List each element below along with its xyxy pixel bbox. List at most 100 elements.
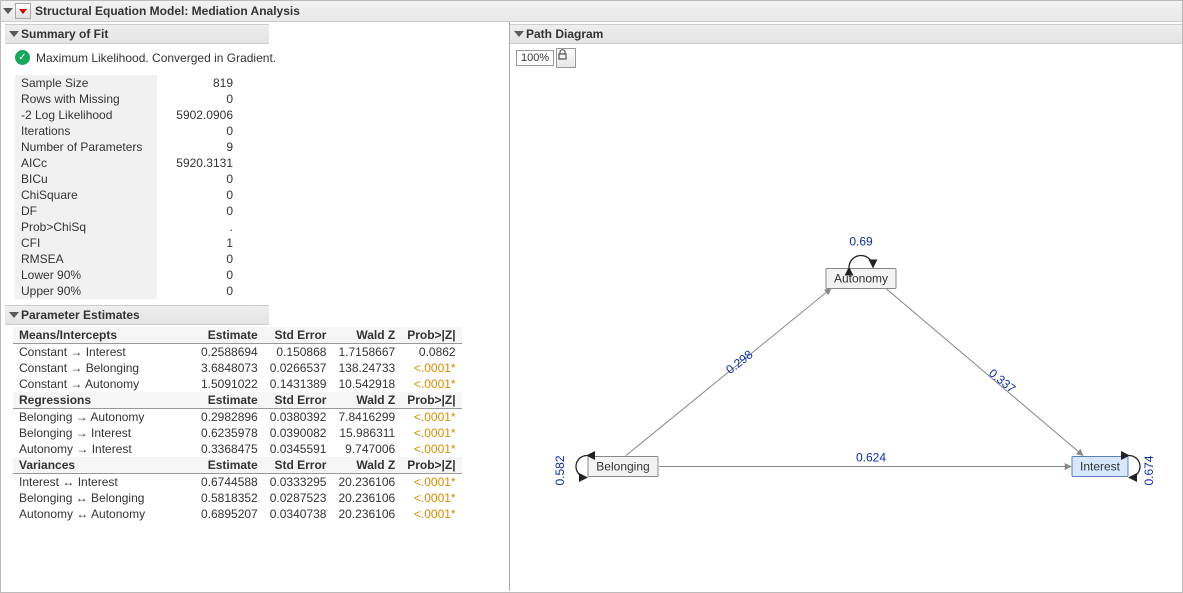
param-row: Constant → Autonomy1.50910220.143138910.… [13,376,462,392]
fit-label: Prob>ChiSq [15,219,157,235]
param-p: 0.0862 [401,344,461,361]
fit-value: . [157,219,239,235]
param-p: <.0001* [401,376,461,392]
report-title-bar[interactable]: Structural Equation Model: Mediation Ana… [1,1,1182,22]
param-p: <.0001* [401,425,461,441]
fit-row: Prob>ChiSq. [15,219,239,235]
param-row: Autonomy → Interest0.33684750.03455919.7… [13,441,462,457]
fit-value: 0 [157,267,239,283]
fit-row: BICu0 [15,171,239,187]
zoom-input[interactable]: 100% [516,50,554,66]
fit-label: RMSEA [15,251,157,267]
param-se: 0.0380392 [264,409,333,426]
fit-row: Number of Parameters9 [15,139,239,155]
param-se: 0.0333295 [264,474,333,491]
fit-label: BICu [15,171,157,187]
param-row: Constant → Interest0.25886940.1508681.71… [13,344,462,361]
fit-row: Rows with Missing0 [15,91,239,107]
fit-value: 0 [157,171,239,187]
variance-coef: 0.674 [1142,455,1156,485]
variance-loop-interest[interactable] [1129,456,1140,478]
param-se: 0.0287523 [264,490,333,506]
parameter-estimates-table: Means/InterceptsEstimateStd ErrorWald ZP… [13,327,462,522]
disclosure-icon [9,312,19,318]
path-diagram-canvas[interactable]: 0.298 0.337 0.624 Autonomy 0.69 Belongin… [516,72,1176,585]
fit-row: ChiSquare0 [15,187,239,203]
param-est: 0.2588694 [195,344,264,361]
fit-value: 5902.0906 [157,107,239,123]
report-title: Structural Equation Model: Mediation Ana… [35,4,300,18]
param-z: 1.7158667 [332,344,401,361]
fit-value: 0 [157,187,239,203]
param-z: 20.236106 [332,474,401,491]
disclosure-icon [514,31,524,37]
variance-loop-belonging[interactable] [576,456,587,478]
disclosure-icon [3,8,13,14]
fit-value: 0 [157,91,239,107]
section-title: Parameter Estimates [21,308,140,322]
section-title: Summary of Fit [21,27,108,41]
node-autonomy[interactable]: Autonomy [826,269,896,289]
section-path-diagram[interactable]: Path Diagram [510,24,1182,44]
fit-label: DF [15,203,157,219]
fit-label: Upper 90% [15,283,157,299]
param-term: Belonging ↔ Belonging [13,490,195,506]
fit-label: Iterations [15,123,157,139]
fit-row: Sample Size819 [15,75,239,91]
param-term: Constant → Interest [13,344,195,361]
convergence-status: Maximum Likelihood. Converged in Gradien… [36,51,276,65]
fit-value: 1 [157,235,239,251]
group-header: VariancesEstimateStd ErrorWald ZProb>|Z| [13,457,462,474]
param-row: Belonging ↔ Belonging0.58183520.02875232… [13,490,462,506]
param-row: Constant → Belonging3.68480730.026653713… [13,360,462,376]
fit-value: 0 [157,203,239,219]
variance-coef: 0.582 [553,455,567,485]
fit-row: AICc5920.3131 [15,155,239,171]
check-icon: ✓ [15,50,30,65]
node-belonging[interactable]: Belonging [588,457,658,477]
fit-row: CFI1 [15,235,239,251]
param-est: 0.6235978 [195,425,264,441]
variance-loop-autonomy[interactable] [849,256,873,268]
param-term: Constant → Belonging [13,360,195,376]
fit-value: 819 [157,75,239,91]
summary-of-fit-table: Sample Size819Rows with Missing0-2 Log L… [15,75,239,299]
fit-row: RMSEA0 [15,251,239,267]
disclosure-icon [9,31,19,37]
node-interest[interactable]: Interest [1072,457,1128,477]
hotspot-button[interactable] [15,3,31,19]
svg-text:Autonomy: Autonomy [834,272,888,286]
param-est: 1.5091022 [195,376,264,392]
param-term: Constant → Autonomy [13,376,195,392]
fit-value: 9 [157,139,239,155]
param-z: 138.24733 [332,360,401,376]
param-se: 0.1431389 [264,376,333,392]
param-est: 0.3368475 [195,441,264,457]
param-est: 0.6744588 [195,474,264,491]
fit-label: CFI [15,235,157,251]
fit-label: Lower 90% [15,267,157,283]
fit-label: Rows with Missing [15,91,157,107]
param-p: <.0001* [401,506,461,522]
param-est: 0.6895207 [195,506,264,522]
edge-coef: 0.337 [986,366,1018,396]
param-term: Belonging → Autonomy [13,409,195,426]
param-term: Interest ↔ Interest [13,474,195,491]
param-term: Belonging → Interest [13,425,195,441]
fit-value: 0 [157,123,239,139]
fit-label: ChiSquare [15,187,157,203]
fit-row: Upper 90%0 [15,283,239,299]
edge-autonomy-interest[interactable] [886,289,1083,456]
section-title: Path Diagram [526,27,603,41]
group-header: RegressionsEstimateStd ErrorWald ZProb>|… [13,392,462,409]
section-parameter-estimates[interactable]: Parameter Estimates [5,305,269,325]
fit-row: Lower 90%0 [15,267,239,283]
param-se: 0.0345591 [264,441,333,457]
param-p: <.0001* [401,409,461,426]
section-summary-of-fit[interactable]: Summary of Fit [5,24,269,44]
fit-value: 5920.3131 [157,155,239,171]
fit-label: Sample Size [15,75,157,91]
param-z: 10.542918 [332,376,401,392]
edge-coef: 0.624 [856,451,886,465]
lock-button[interactable] [556,48,576,68]
